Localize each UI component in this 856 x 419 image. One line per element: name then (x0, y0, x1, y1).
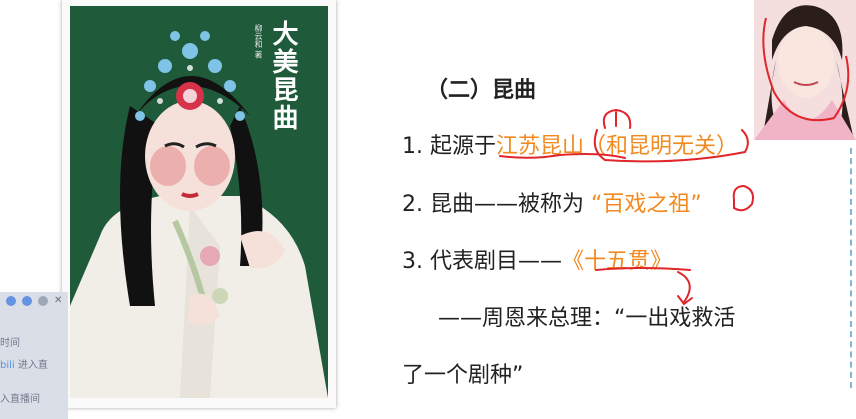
slide: 大美昆曲 柳云和 著 ✕ 时间 bili 进入直 入直播间 （二）昆曲 1. 起… (0, 0, 856, 419)
gear-icon[interactable] (38, 296, 48, 306)
point-repertoire: 3. 代表剧目——《十五贯》 (402, 243, 672, 275)
webcam-dashed-border (850, 148, 852, 388)
quote-line-1: ——周恩来总理：“一出戏救活 (438, 306, 736, 331)
section-heading: （二）昆曲 (426, 78, 537, 103)
quote-line-2: 了一个剧种” (402, 363, 524, 388)
circle-note-kunming (602, 108, 632, 129)
stream-overlay-panel[interactable]: ✕ 时间 bili 进入直 入直播间 (0, 292, 68, 419)
stream-toolbar: ✕ (6, 296, 62, 306)
arrow-to-quote (677, 271, 691, 303)
webcam-overlay (754, 0, 856, 140)
close-icon[interactable]: ✕ (54, 296, 62, 306)
stream-line-3: 入直播间 (0, 394, 40, 405)
book-author: 柳云和 著 (254, 24, 263, 59)
stream-line-2: bili 进入直 (0, 356, 48, 371)
circle-num-2 (732, 184, 754, 212)
photo-card: 大美昆曲 柳云和 著 (62, 0, 336, 408)
point-title: 2. 昆曲——被称为 “百戏之祖” (402, 186, 702, 218)
point-origin: 1. 起源于江苏昆山（和昆明无关） (402, 128, 738, 160)
stream-line-1: 时间 (0, 338, 20, 349)
stream-line-2-text: 进入直 (14, 360, 48, 371)
presenter-video (754, 0, 856, 140)
point-repertoire-value: 《十五贯》 (561, 249, 672, 274)
point-origin-value: 江苏昆山（和昆明无关） (495, 134, 738, 159)
point-title-label: 2. 昆曲——被称为 (402, 192, 591, 217)
kunqu-performer-photo: 大美昆曲 柳云和 著 (70, 6, 328, 398)
stream-user: bili (0, 360, 15, 371)
point-title-value: “百戏之祖” (590, 192, 702, 217)
book-title: 大美昆曲 (268, 20, 298, 132)
point-origin-label: 1. 起源于 (402, 134, 496, 159)
refresh-icon[interactable] (22, 296, 32, 306)
bilibili-icon[interactable] (6, 296, 16, 306)
point-repertoire-label: 3. 代表剧目—— (402, 249, 562, 274)
